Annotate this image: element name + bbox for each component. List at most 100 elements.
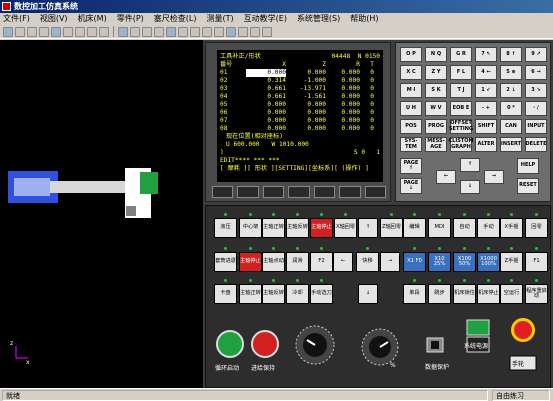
softkey-6[interactable] <box>339 186 361 198</box>
toolbar-button-11[interactable] <box>130 26 140 37</box>
toolbar-button-8[interactable] <box>87 26 97 37</box>
keypad-key[interactable]: W V <box>425 101 447 116</box>
menu-file[interactable]: 文件(F) <box>3 13 30 25</box>
keypad-key[interactable]: ALTER <box>475 137 497 152</box>
offset-row[interactable]: 05 0.000 0.000 0.000 0 <box>220 101 380 109</box>
offset-row[interactable]: 04 0.661 -1.561 0.000 0 <box>220 93 380 101</box>
toolbar-button-16[interactable] <box>190 26 200 37</box>
control-button[interactable]: X10 25% <box>428 252 451 272</box>
keypad-key[interactable]: 6 → <box>525 65 547 80</box>
toolbar-button-7[interactable] <box>75 26 85 37</box>
control-button[interactable]: Z手摇 <box>500 252 523 272</box>
keypad-key[interactable]: MESS-AGE <box>425 137 447 152</box>
toolbar-button-15[interactable] <box>178 26 188 37</box>
keypad-key[interactable]: G R <box>450 47 472 62</box>
keypad-key[interactable]: INSERT <box>500 137 522 152</box>
keypad-key[interactable]: 4 ← <box>475 65 497 80</box>
keypad-key[interactable]: DELETE <box>525 137 547 152</box>
keypad-key[interactable]: O P <box>400 47 422 62</box>
keypad-key[interactable]: · / <box>525 101 547 116</box>
offset-row[interactable]: 01 0.000 0.000 0.000 0 <box>220 69 380 77</box>
toolbar-button-17[interactable] <box>202 26 212 37</box>
keypad-key[interactable]: INPUT <box>525 119 547 134</box>
toolbar-button-14[interactable] <box>166 26 176 37</box>
control-button[interactable]: 主轴点动 <box>262 252 285 272</box>
toolbar-button-20[interactable] <box>238 26 248 37</box>
keypad-key[interactable]: SHIFT <box>475 119 497 134</box>
keypad-key[interactable]: EOB E <box>450 101 472 116</box>
toolbar-button-4[interactable] <box>39 26 49 37</box>
toolbar-button-22[interactable] <box>262 26 272 37</box>
softkey-7[interactable] <box>364 186 386 198</box>
keypad-key[interactable]: - + <box>475 101 497 116</box>
keypad-key[interactable]: POS <box>400 119 422 134</box>
toolbar-button-6[interactable] <box>63 26 73 37</box>
control-button[interactable]: X手摇 <box>500 218 523 238</box>
keypad-key[interactable]: S K <box>425 83 447 98</box>
menu-help[interactable]: 帮助(H) <box>350 13 378 25</box>
power-on-button[interactable] <box>466 319 490 336</box>
softkey-5[interactable] <box>313 186 336 198</box>
control-button[interactable]: F2 <box>310 252 333 272</box>
menu-machine[interactable]: 机床(M) <box>78 13 107 25</box>
offset-row[interactable]: 08 0.000 0.000 0.000 0 <box>220 125 380 133</box>
softkey-1[interactable] <box>212 186 234 198</box>
menu-view[interactable]: 视图(V) <box>40 13 68 25</box>
control-button[interactable]: 主轴正转 <box>262 218 285 238</box>
softkey-4[interactable] <box>288 186 310 198</box>
toolbar-button-1[interactable] <box>3 26 13 37</box>
control-button[interactable]: 手动 <box>477 218 500 238</box>
control-button[interactable]: 润滑 <box>286 252 309 272</box>
keypad-key[interactable]: OFFSET SETTING <box>449 119 473 134</box>
feed-hold-button[interactable] <box>251 330 279 358</box>
keypad-key[interactable]: 2 ↓ <box>500 83 522 98</box>
toolbar-button-18[interactable] <box>214 26 224 37</box>
control-button[interactable]: 主轴停止 <box>310 218 333 238</box>
toolbar-button-3[interactable] <box>27 26 37 37</box>
keypad-key[interactable]: CAN <box>500 119 522 134</box>
control-button[interactable]: Z轴回零 <box>380 218 403 238</box>
jog-arrow-button[interactable]: → <box>380 252 400 272</box>
control-button[interactable]: F1 <box>525 252 548 272</box>
control-button[interactable]: 编辑 <box>403 218 426 238</box>
keypad-key[interactable]: 5 ⊕ <box>500 65 522 80</box>
cursor-arrow-key[interactable]: → <box>484 170 504 184</box>
control-button[interactable]: X轴回零 <box>334 218 357 238</box>
keypad-key[interactable]: CLISTOM GRAPH <box>449 137 473 152</box>
keypad-key[interactable]: U H <box>400 101 422 116</box>
toolbar-button-10[interactable] <box>118 26 128 37</box>
toolbar-button-12[interactable] <box>142 26 152 37</box>
offset-row[interactable]: 02 0.314 -1.000 0.000 0 <box>220 77 380 85</box>
offset-row[interactable]: 03 0.661 -13.971 0.000 0 <box>220 85 380 93</box>
keypad-key[interactable]: X C <box>400 65 422 80</box>
menu-teaching[interactable]: 互动教学(E) <box>244 13 287 25</box>
cursor-arrow-key[interactable]: ↑ <box>460 158 480 172</box>
offset-row[interactable]: 06 0.000 0.000 0.000 0 <box>220 109 380 117</box>
keypad-key[interactable]: M I <box>400 83 422 98</box>
cursor-arrow-key[interactable]: ↓ <box>460 180 480 194</box>
control-button[interactable]: X1 F0 <box>403 252 426 272</box>
keypad-key[interactable]: N Q <box>425 47 447 62</box>
keypad-key[interactable]: T J <box>450 83 472 98</box>
keypad-key[interactable]: SYS-TEM <box>400 137 422 152</box>
control-button[interactable]: 自动 <box>453 218 476 238</box>
control-button[interactable]: X1000 100% <box>477 252 500 272</box>
control-button[interactable]: 主轴停止 <box>239 252 262 272</box>
simulation-viewport[interactable]: z x <box>0 40 203 388</box>
toolbar-button-19[interactable] <box>226 26 236 37</box>
keypad-reset-key[interactable]: RESET <box>517 178 539 194</box>
menu-system[interactable]: 系统管理(S) <box>297 13 340 25</box>
toolbar-button-2[interactable] <box>15 26 25 37</box>
keypad-key[interactable]: PROG <box>425 119 447 134</box>
toolbar-button-9[interactable] <box>99 26 109 37</box>
keypad-key[interactable]: F L <box>450 65 472 80</box>
control-button[interactable]: 回零 <box>525 218 548 238</box>
keypad-page-dn-key[interactable]: PAGE ↓ <box>400 178 422 194</box>
cursor-arrow-key[interactable]: ← <box>436 170 456 184</box>
keypad-page-up-key[interactable]: PAGE ↑ <box>400 158 422 174</box>
menu-measure[interactable]: 测量(T) <box>207 13 234 25</box>
menu-feeler[interactable]: 塞尺检查(L) <box>154 13 197 25</box>
keypad-key[interactable]: 0 * <box>500 101 522 116</box>
control-button[interactable]: 液压 <box>214 218 237 238</box>
control-button[interactable]: 主轴反转 <box>286 218 309 238</box>
